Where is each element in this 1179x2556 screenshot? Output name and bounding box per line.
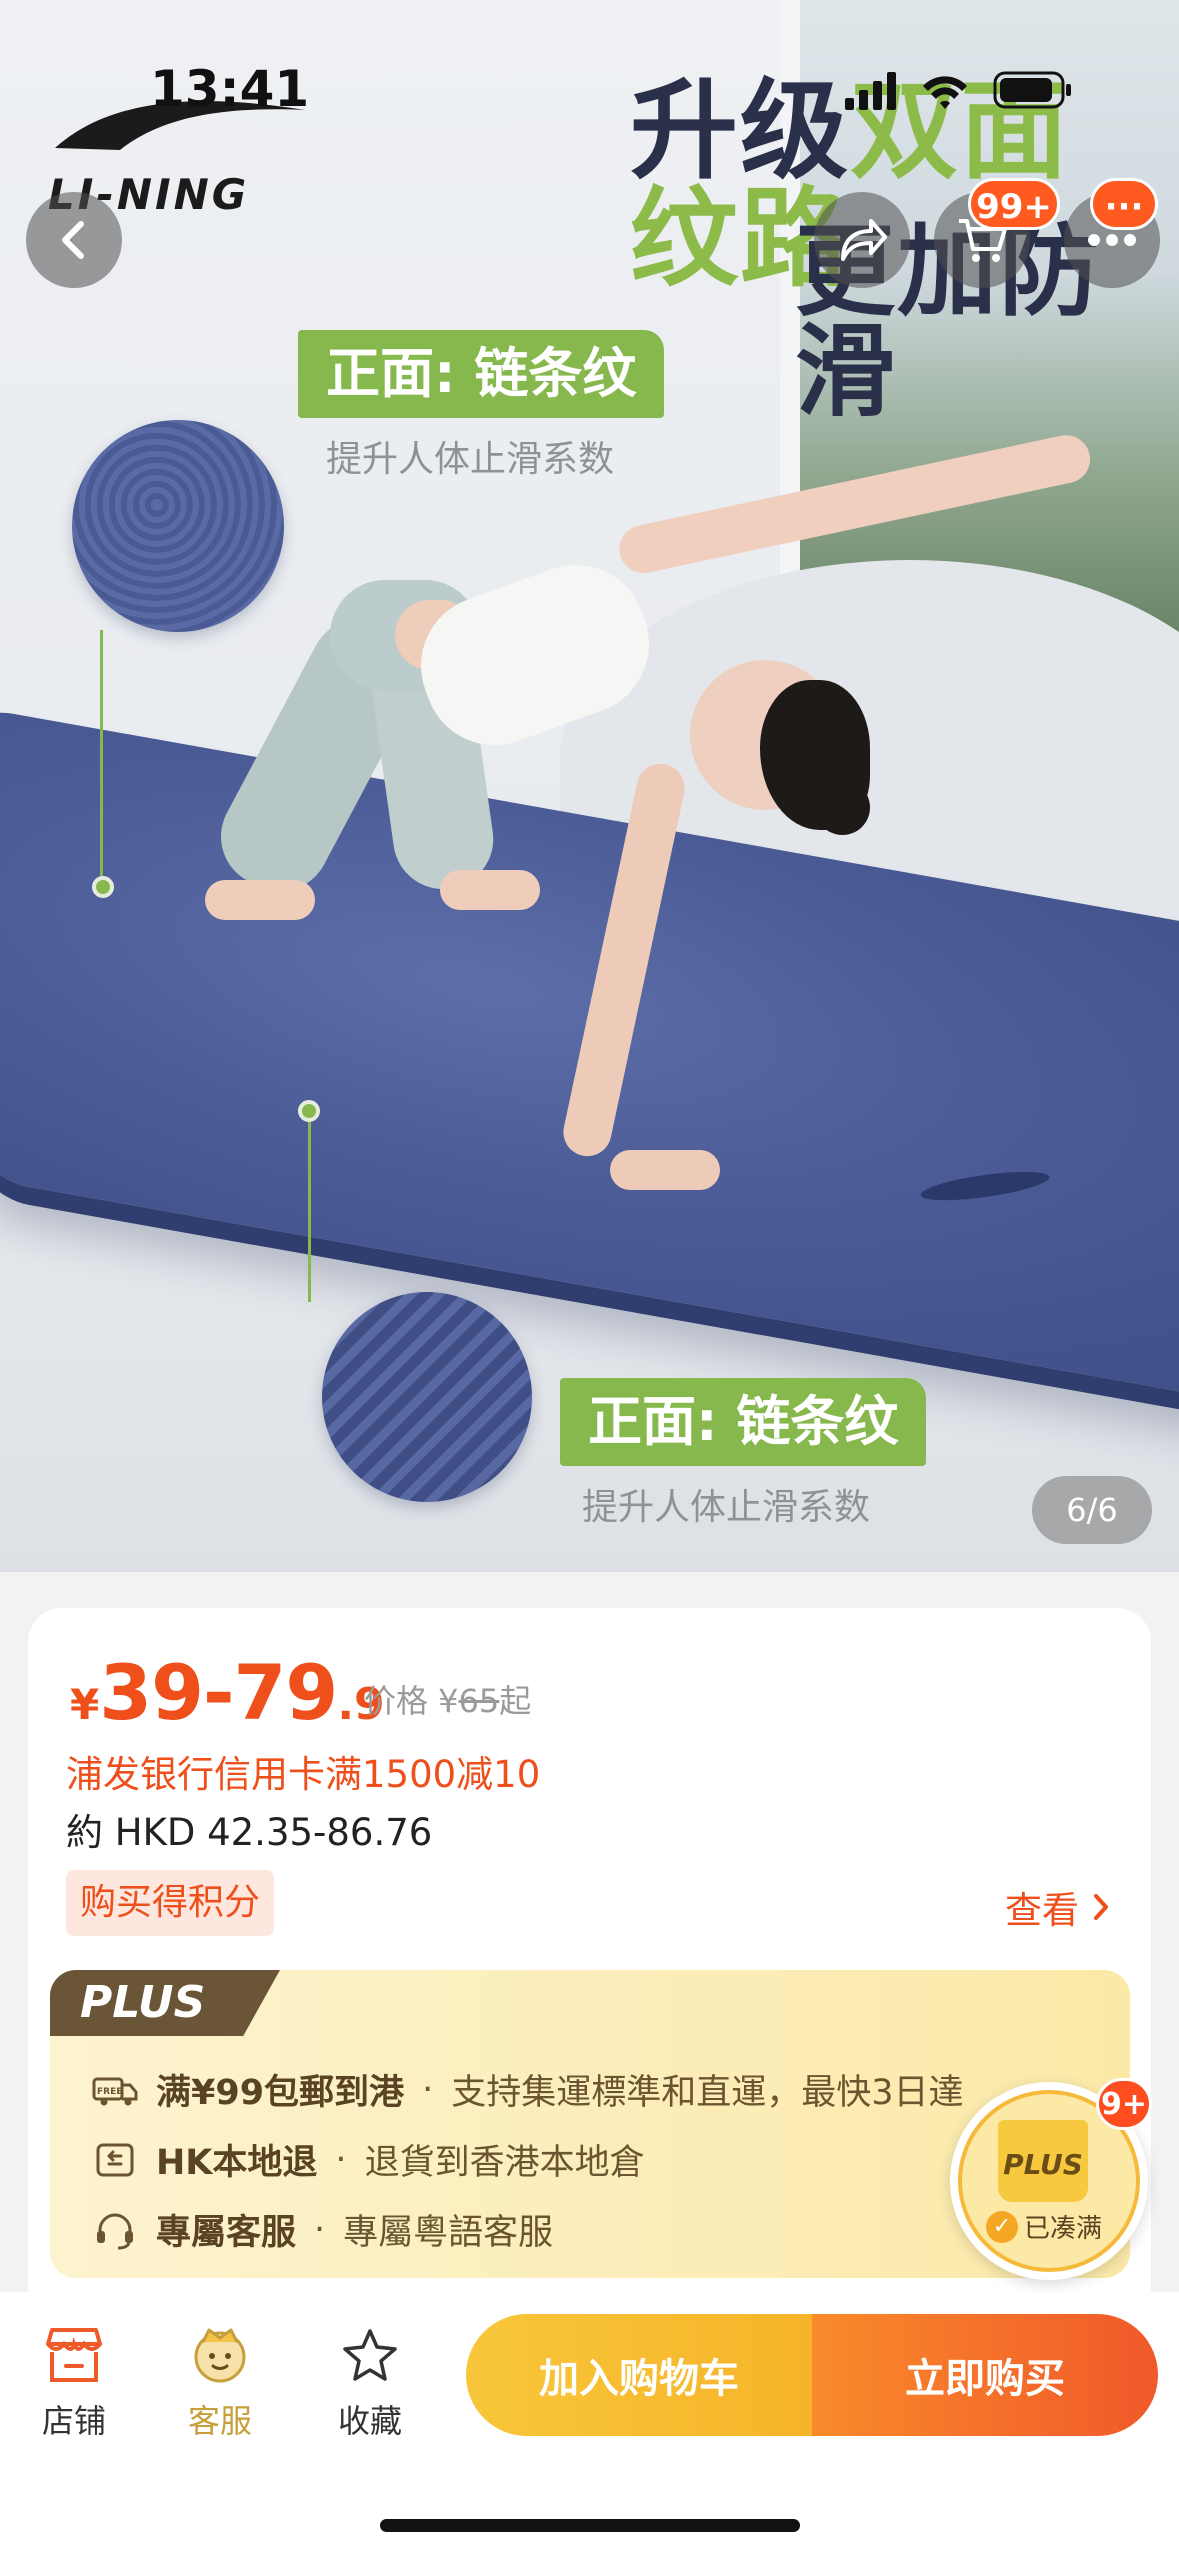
return-icon: [92, 2137, 138, 2183]
top-texture-tag: 正面: 链条纹: [298, 330, 665, 418]
check-icon: ✓: [986, 2210, 1018, 2243]
store-icon: [14, 2320, 134, 2390]
back-button[interactable]: [26, 192, 122, 288]
top-texture-circle: [72, 420, 284, 632]
points-tag[interactable]: 购买得积分: [66, 1870, 275, 1936]
top-leader-dot: [92, 876, 114, 898]
purchase-actions: 加入购物车 立即购买: [466, 2314, 1158, 2436]
product-page: LI-NING 升级双面纹路 更加防滑 正面: 链条纹 提升人体止滑系数 正面:…: [0, 0, 1179, 2556]
plus-label: PLUS: [50, 1970, 280, 2036]
plus-bag-icon: PLUS: [998, 2120, 1088, 2202]
add-to-cart-button[interactable]: 加入购物车: [466, 2314, 812, 2436]
original-price: 价格 ¥65起: [364, 1682, 532, 1720]
chevron-left-icon: [62, 221, 84, 259]
plus-row-shipping: FREE 满¥99包郵到港 · 支持集運標準和直運，最快3日達: [92, 2064, 963, 2115]
service-tab[interactable]: 客服: [160, 2320, 280, 2442]
share-icon: [841, 219, 887, 261]
view-label: 查看: [1005, 1889, 1079, 1932]
favorite-tab[interactable]: 收藏: [310, 2320, 430, 2442]
price-currency: ¥: [70, 1680, 100, 1729]
star-icon: [310, 2320, 430, 2390]
bottom-leader-dot: [298, 1100, 320, 1122]
view-link[interactable]: 查看: [1005, 1880, 1111, 1934]
price: ¥39-79.9: [70, 1648, 385, 1737]
hkd-price: 約 HKD 42.35-86.76: [66, 1811, 433, 1854]
bottom-leader-line: [308, 1112, 311, 1302]
top-leader-line: [100, 630, 103, 880]
share-button[interactable]: [814, 192, 910, 288]
bottom-texture-tag: 正面: 链条纹: [560, 1378, 927, 1466]
more-dots-icon: [1088, 234, 1136, 246]
plus-row-return: HK本地退 · 退貨到香港本地倉: [92, 2134, 645, 2185]
service-icon: [160, 2320, 280, 2390]
buy-now-button[interactable]: 立即购买: [812, 2314, 1158, 2436]
store-tab[interactable]: 店铺: [14, 2320, 134, 2442]
image-pager: 6/6: [1032, 1476, 1152, 1544]
store-label: 店铺: [41, 2402, 106, 2440]
svg-text:FREE: FREE: [97, 2087, 122, 2097]
top-texture-subtitle: 提升人体止滑系数: [326, 439, 615, 480]
bank-promo[interactable]: 浦发银行信用卡满1500减10: [66, 1744, 540, 1798]
cart-count-badge: 99+: [968, 178, 1060, 230]
service-label: 客服: [187, 2402, 252, 2440]
status-time: 13:41: [150, 60, 310, 118]
chevron-right-icon: [1094, 1894, 1108, 1920]
plus-status: ✓ 已凑满: [986, 2208, 1102, 2245]
bottom-texture-circle: [322, 1292, 532, 1502]
more-badge: ···: [1090, 178, 1158, 230]
price-main: 39-79: [99, 1648, 338, 1737]
bottom-texture-subtitle: 提升人体止滑系数: [582, 1487, 871, 1528]
plus-row-service: 專屬客服 · 專屬粵語客服: [92, 2204, 553, 2255]
favorite-label: 收藏: [337, 2402, 402, 2440]
free-shipping-icon: FREE: [92, 2067, 138, 2113]
status-icons: [845, 68, 1075, 112]
home-indicator[interactable]: [380, 2519, 800, 2532]
bottom-action-bar: 店铺 客服 收藏 加入购物车 立即购买: [0, 2292, 1179, 2556]
headset-icon: [92, 2207, 138, 2253]
plus-cart-floating-button[interactable]: PLUS ✓ 已凑满 9+: [950, 2078, 1152, 2280]
plus-count-badge: 9+: [1096, 2078, 1152, 2130]
